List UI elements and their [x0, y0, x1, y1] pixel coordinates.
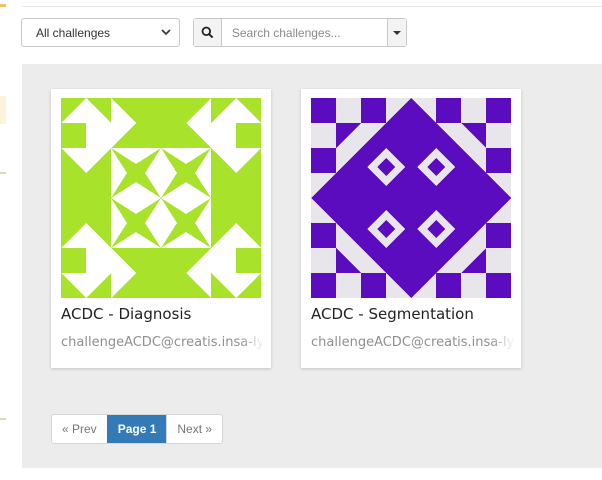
pagination-current-page[interactable]: Page 1	[106, 415, 167, 443]
sidebar-mark	[0, 172, 6, 174]
sidebar-highlight	[0, 96, 6, 124]
challenge-card-title[interactable]: ACDC - Segmentation	[311, 305, 474, 323]
pagination: « Prev Page 1 Next »	[51, 414, 224, 444]
challenge-list-panel: ACDC - Diagnosis challengeACDC@creatis.i…	[22, 64, 602, 468]
left-sidebar-edge	[0, 0, 6, 480]
sidebar-mark	[0, 418, 6, 420]
search-icon	[201, 26, 214, 39]
challenge-card-diagnosis[interactable]: ACDC - Diagnosis challengeACDC@creatis.i…	[51, 89, 271, 368]
caret-down-icon	[392, 30, 401, 35]
challenge-card-email: challengeACDC@creatis.insa-lyon.fr	[311, 335, 515, 350]
search-group	[193, 18, 407, 47]
top-divider	[22, 6, 602, 7]
pagination-prev-button[interactable]: « Prev	[52, 415, 107, 443]
challenge-card-segmentation[interactable]: ACDC - Segmentation challengeACDC@creati…	[301, 89, 521, 368]
chevron-down-icon	[161, 29, 171, 36]
challenge-card-email: challengeACDC@creatis.insa-lyon.fr	[61, 335, 265, 350]
sidebar-mark	[0, 4, 6, 7]
search-dropdown-button[interactable]	[386, 19, 406, 46]
challenge-card-title[interactable]: ACDC - Diagnosis	[61, 305, 191, 323]
challenge-identicon	[61, 98, 261, 298]
search-input[interactable]	[221, 19, 387, 46]
challenge-filter-value: All challenges	[36, 25, 111, 40]
challenge-filter-select[interactable]: All challenges	[21, 18, 180, 47]
challenge-identicon	[311, 98, 511, 298]
search-button[interactable]	[194, 19, 222, 46]
pagination-next-button[interactable]: Next »	[166, 415, 222, 443]
